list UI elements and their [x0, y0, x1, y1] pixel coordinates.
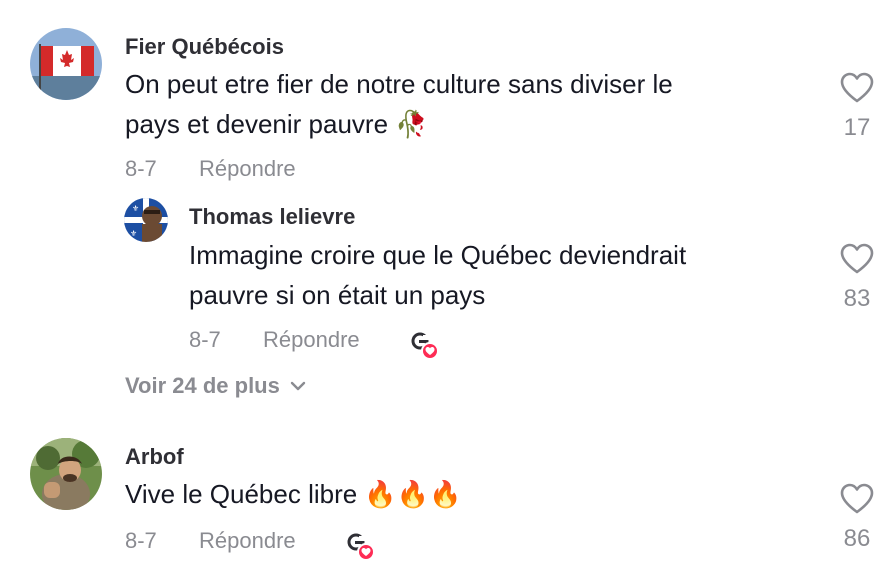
comment-text-line: pays et devenir pauvre 🥀: [125, 109, 428, 139]
comment-username[interactable]: Arbof: [125, 444, 184, 470]
comment-username[interactable]: Fier Québécois: [125, 34, 284, 60]
comment-date: 8-7: [125, 156, 157, 181]
avatar[interactable]: [30, 28, 102, 100]
comment-text: On peut etre fier de notre culture sans …: [125, 64, 673, 144]
svg-text:⚜: ⚜: [132, 204, 139, 213]
reply-button[interactable]: Répondre: [263, 327, 360, 353]
chevron-down-icon: [290, 381, 306, 391]
reply-text-line: Immagine croire que le Québec deviendrai…: [189, 240, 687, 270]
reply-text-line: pauvre si on était un pays: [189, 280, 486, 310]
heart-icon[interactable]: [840, 243, 874, 275]
reply-text: Immagine croire que le Québec deviendrai…: [189, 235, 686, 315]
view-more-replies-button[interactable]: Voir 24 de plus: [125, 373, 306, 399]
like-count: 83: [843, 285, 871, 312]
avatar[interactable]: ⚜ ⚜: [124, 198, 168, 242]
heart-icon[interactable]: [840, 483, 874, 515]
reply-button[interactable]: Répondre: [199, 156, 296, 182]
avatar[interactable]: [30, 438, 102, 510]
heart-icon[interactable]: [840, 72, 874, 104]
comment-text-line: Vive le Québec libre 🔥🔥🔥: [125, 479, 462, 509]
svg-text:⚜: ⚜: [130, 229, 137, 238]
quebec-flag-avatar-icon: ⚜ ⚜: [124, 198, 168, 242]
view-more-label: Voir 24 de plus: [125, 373, 280, 398]
canada-flag-avatar-icon: [30, 28, 102, 100]
creator-liked-icon: [411, 332, 439, 360]
like-count: 86: [843, 525, 871, 552]
like-count: 17: [843, 114, 871, 141]
reply-button[interactable]: Répondre: [199, 528, 296, 554]
comment-text: Vive le Québec libre 🔥🔥🔥: [125, 474, 462, 514]
reply-username[interactable]: Thomas lelievre: [189, 204, 355, 230]
person-photo-avatar-icon: [30, 438, 102, 510]
comment-date: 8-7: [125, 528, 157, 553]
reply-date: 8-7: [189, 327, 221, 352]
comment-text-line: On peut etre fier de notre culture sans …: [125, 69, 673, 99]
creator-liked-icon: [347, 533, 375, 561]
